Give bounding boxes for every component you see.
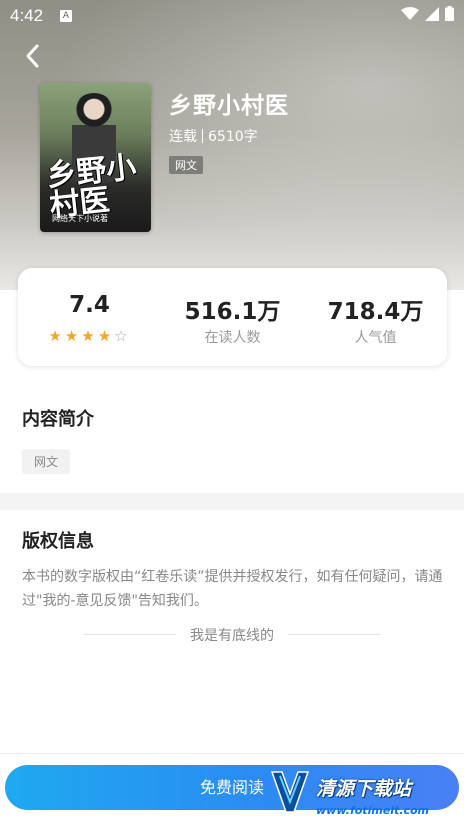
- signal-icon: [425, 6, 439, 21]
- footer-divider: [0, 753, 464, 754]
- status-time: 4:42: [10, 6, 44, 25]
- cover-title: 乡野小村医: [44, 149, 138, 224]
- book-word-count: 6510字: [208, 129, 258, 145]
- wifi-icon: [401, 6, 419, 20]
- free-read-button[interactable]: 免费阅读: [5, 765, 459, 810]
- rating-value: 7.4: [69, 292, 110, 318]
- intro-tag[interactable]: 网文: [22, 449, 71, 474]
- stat-popularity: 718.4万 人气值: [304, 268, 447, 366]
- chevron-left-icon: [26, 44, 39, 68]
- stat-rating: 7.4 ★★★★☆: [18, 268, 161, 366]
- rating-stars: ★★★★☆: [18, 327, 161, 345]
- readers-value: 516.1万: [184, 299, 281, 325]
- stats-card: 7.4 ★★★★☆ 516.1万 在读人数 718.4万 人气值: [18, 268, 447, 366]
- book-cover[interactable]: 乡野小村医 网络天下小说著: [40, 83, 151, 232]
- copyright-heading: 版权信息: [22, 531, 94, 552]
- copyright-text: 本书的数字版权由“红卷乐读”提供并授权发行，如有任何疑问，请通过"我的-意见反馈…: [22, 569, 443, 609]
- readers-label: 在读人数: [204, 330, 261, 346]
- star-filled-icon: ★: [48, 327, 65, 345]
- battery-icon: [445, 6, 454, 21]
- status-bar: 4:42 A: [0, 0, 464, 32]
- cover-subtitle: 网络天下小说著: [52, 214, 108, 223]
- stat-readers: 516.1万 在读人数: [161, 268, 304, 366]
- back-button[interactable]: [22, 42, 50, 70]
- book-meta: 连载 6510字: [169, 126, 258, 146]
- popularity-label: 人气值: [354, 330, 397, 346]
- end-text: 我是有底线的: [190, 628, 274, 644]
- star-filled-icon: ★: [64, 327, 82, 345]
- end-of-content: 我是有底线的: [84, 624, 380, 644]
- category-tag: 网文: [169, 156, 203, 174]
- book-title: 乡野小村医: [169, 93, 289, 119]
- book-status: 连载: [169, 129, 197, 145]
- star-filled-icon: ★: [97, 327, 115, 345]
- status-icons: [401, 6, 454, 21]
- intro-heading: 内容简介: [22, 409, 94, 430]
- section-divider: [0, 493, 464, 510]
- star-filled-icon: ★: [81, 327, 98, 345]
- popularity-value: 718.4万: [327, 299, 424, 325]
- star-empty-icon: ☆: [114, 327, 131, 345]
- meta-divider: [202, 129, 203, 143]
- notification-icon: A: [60, 10, 72, 22]
- end-line-right: [288, 634, 380, 635]
